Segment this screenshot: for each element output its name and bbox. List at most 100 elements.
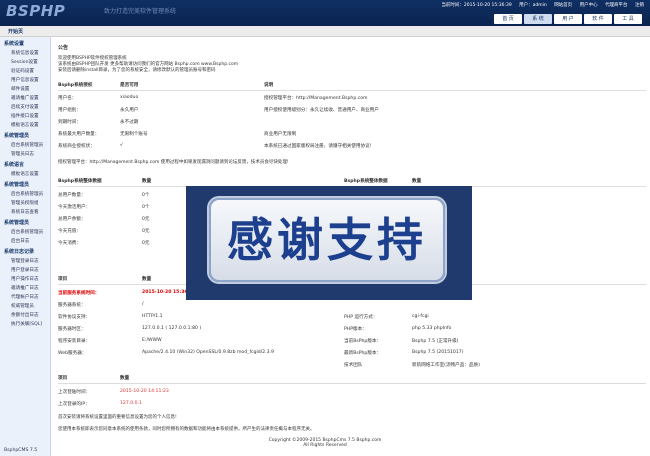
table-cell: 0元 [142, 241, 150, 246]
sidebar-item[interactable]: 插件接口设置 [0, 111, 50, 120]
table-cell: 当前BsPhp版本： [344, 339, 382, 344]
table-cell: √ [120, 143, 123, 148]
table-cell: 无限制个账号 [120, 132, 148, 137]
table-cell: 0元 [142, 229, 150, 234]
table-cell: 本系统已通过国家版权局注册，请遵守相关使用协议! [264, 144, 372, 149]
sidebar-item[interactable]: 管理登录日志 [0, 256, 50, 265]
table-header: 是否可用 [120, 83, 139, 88]
tab-system[interactable]: 系 统 [524, 14, 552, 24]
tab-users[interactable]: 用 户 [554, 14, 582, 24]
sidebar-item[interactable]: 验证码设置 [0, 66, 50, 75]
agent-platform-link[interactable]: 代理商平台 [605, 3, 628, 8]
table-cell: cgi-fcgi [412, 314, 429, 319]
sidebar-item[interactable]: 权威管理员 [0, 301, 50, 310]
table-cell: 系统商业授权状： [58, 144, 95, 149]
table-cell: 商业用户无限制 [264, 132, 297, 137]
sidebar-item[interactable]: 后台系统管理员 [0, 140, 50, 149]
table-cell: 今天激活用户： [58, 205, 91, 210]
sidebar-item[interactable]: 执行关联[SQL] [0, 319, 50, 328]
table-cell: 2015-10-20 14:11:23 [120, 389, 169, 394]
main-nav: 首 页 系 统 用 户 软 件 工 具 [494, 14, 642, 24]
announcement-title: 公告 [58, 45, 69, 51]
user-info-bar: 当前时间：2015-10-20 15:36:39 用户：admin 网站首页 用… [435, 2, 644, 8]
table-cell: 技术团队 [344, 363, 363, 368]
table-cell: 服务器系统： [58, 303, 86, 308]
table-cell: 软件协议支持： [58, 315, 91, 320]
table-cell: 最新BsPhp版本： [344, 351, 382, 356]
table-cell: 到期时间： [58, 120, 81, 125]
logout-link[interactable]: 注销 [635, 3, 644, 8]
announcement-line: 安装后请删除install目录，为了您的系统安全，请修改默认的管理员账号和密码 [58, 68, 216, 73]
sidebar-item[interactable]: 管理员日志 [0, 149, 50, 158]
sub-nav-bar: 开始页 [0, 26, 650, 37]
table-cell: 新航网络工作室(流畅产品：品质) [412, 363, 480, 368]
sidebar: 系统设置 系统信息设置 Session设置 验证码设置 用户信息设置 邮件设置 … [0, 37, 51, 456]
thank-you-overlay: 感谢支持 [186, 186, 472, 300]
sidebar-item[interactable]: 后台系统管理员 [0, 189, 50, 198]
sidebar-section-title: 系统日志记录 [4, 249, 35, 255]
last-login-table: 项目 数量 上次登陆时间： 2015-10-20 14:11:23 上次登录的I… [58, 375, 646, 407]
warning-line: 您使用本系统即表示您同意本系统的使用条款，同时您所拥有的数据和功能将由本系统提供… [58, 427, 315, 432]
site-home-link[interactable]: 网站首页 [554, 3, 572, 8]
rights-line: All Rights Reserved [303, 443, 347, 448]
sidebar-item[interactable]: 用户操作日志 [0, 274, 50, 283]
table-cell: 用户授权使用级别分：永久让续收、普通用户、商业用户 [264, 108, 379, 113]
app-logo: BSPHP [6, 2, 66, 20]
license-note: 授权管理平台：http://Management.Bsphp.com 使用过程中… [58, 160, 289, 165]
sidebar-item[interactable]: 模板语言设置 [0, 120, 50, 129]
table-header: Bsphp系统整体数据 [344, 179, 388, 184]
warning-line: 首次安装请将系统设置里面的重要信息设置为您的个人信息! [58, 415, 177, 420]
table-cell: 用户组别： [58, 108, 81, 113]
table-cell: 今天充值： [58, 229, 81, 234]
sidebar-item[interactable]: 用户登录日志 [0, 265, 50, 274]
table-cell: 系统最大用户数量： [58, 132, 100, 137]
sidebar-item[interactable]: Session设置 [0, 57, 50, 66]
table-cell: 上次登陆时间： [58, 390, 91, 395]
table-header: 数量 [142, 277, 152, 282]
tab-home[interactable]: 首 页 [494, 14, 522, 24]
sidebar-item[interactable]: 后续支付设置 [0, 102, 50, 111]
table-header: 数量 [412, 179, 422, 184]
table-cell: 0个 [142, 193, 150, 198]
table-cell: 127.0.0.1 [120, 401, 142, 406]
divider [58, 383, 646, 384]
sidebar-item[interactable]: 邮件设置 [0, 84, 50, 93]
table-header: 项目 [58, 277, 68, 282]
sidebar-item[interactable]: 邀请推广设置 [0, 93, 50, 102]
sidebar-item[interactable]: 管理员权限组 [0, 198, 50, 207]
table-cell: 0个 [142, 205, 150, 210]
sidebar-item[interactable]: 系统信息设置 [0, 48, 50, 57]
table-header: 数量 [142, 179, 152, 184]
sidebar-item[interactable]: 后台日志 [0, 236, 50, 245]
sidebar-item[interactable]: 系统日志查看 [0, 207, 50, 216]
table-cell: 0元 [142, 217, 150, 222]
sidebar-item[interactable]: 代理帐户日志 [0, 292, 50, 301]
table-cell: 当前服务系统时间： [58, 291, 100, 296]
table-cell: 今天消费： [58, 241, 81, 246]
thank-you-panel: 感谢支持 [209, 198, 445, 282]
table-cell: E:/WWW [142, 338, 162, 343]
app-slogan: 致力打造完美软件管理系统 [104, 8, 177, 15]
table-cell: 127.0.0.1 ( 127.0.0.1:80 ) [142, 326, 202, 331]
table-cell: 服务器时区： [58, 327, 86, 332]
table-header: Bsphp系统授权 [58, 83, 93, 88]
sidebar-item[interactable]: 邀请推广日志 [0, 283, 50, 292]
sidebar-section-title: 系统管理员 [4, 133, 30, 139]
sidebar-section-title: 系统设置 [4, 41, 25, 47]
table-cell: 总用户数量： [58, 193, 86, 198]
table-cell: 程序安装目录： [58, 339, 91, 344]
sidebar-item[interactable]: 余额付出日志 [0, 310, 50, 319]
tab-tools[interactable]: 工 具 [614, 14, 642, 24]
start-page-link[interactable]: 开始页 [8, 28, 23, 35]
table-header: 数量 [120, 376, 130, 381]
divider [58, 90, 646, 91]
current-user: 用户：admin [519, 3, 547, 8]
user-center-link[interactable]: 用户中心 [580, 3, 598, 8]
sidebar-item[interactable]: 模板语言设置 [0, 169, 50, 178]
sidebar-item[interactable]: 用户信息设置 [0, 75, 50, 84]
table-cell: 永久用户 [120, 108, 139, 113]
tab-software[interactable]: 软 件 [584, 14, 612, 24]
sidebar-item[interactable]: 后台系统管理员 [0, 227, 50, 236]
table-cell: Bsphp 7.5 (正常升级) [412, 339, 459, 344]
sidebar-section-title: 系统管理员 [4, 220, 30, 226]
